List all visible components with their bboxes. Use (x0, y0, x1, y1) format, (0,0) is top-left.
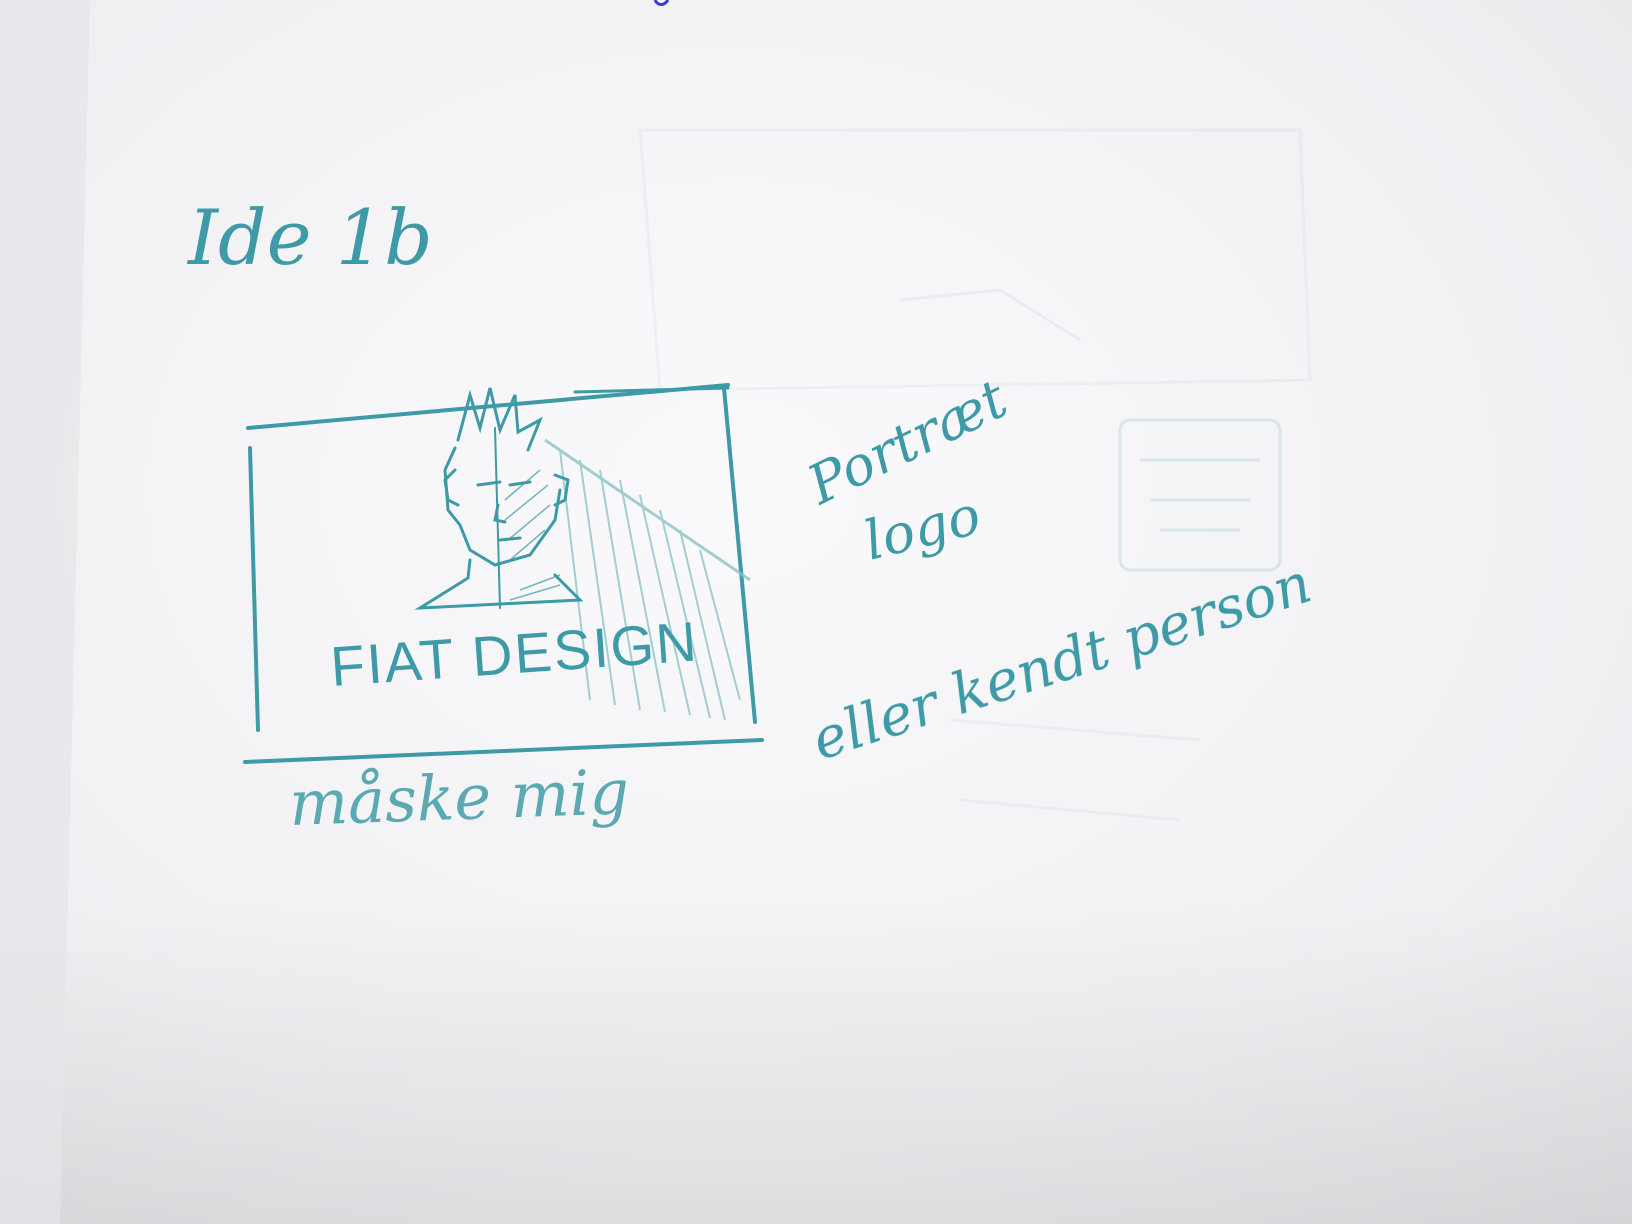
paper-shadow (0, 900, 1632, 1224)
note-maybe-me: måske mig (288, 755, 630, 840)
sketch-photo: Ide 1b FIAT DESIGN Portræt logo måske mi… (0, 0, 1632, 1224)
sketch-heading: Ide 1b (186, 193, 433, 282)
